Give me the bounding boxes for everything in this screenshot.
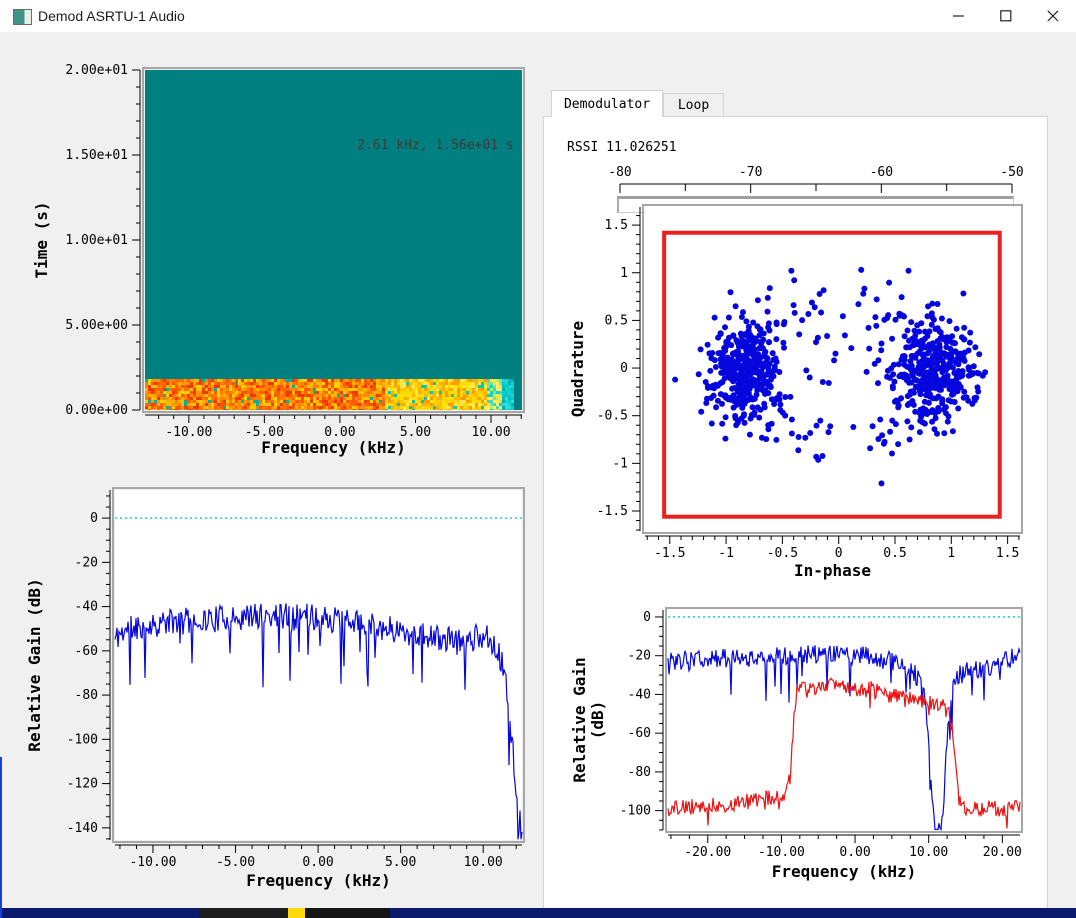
rssi-value-label: RSSI 11.026251	[567, 140, 677, 155]
svg-text:Relative Gain: Relative Gain	[570, 657, 589, 782]
app-window: Demod ASRTU-1 Audio -10.00-5.000.005.001…	[0, 0, 1076, 918]
svg-text:1.5: 1.5	[605, 218, 628, 233]
app-icon	[13, 9, 32, 25]
svg-text:-1: -1	[718, 546, 734, 561]
svg-text:-120: -120	[67, 777, 98, 792]
svg-text:-80: -80	[75, 688, 98, 703]
svg-text:10.00: 10.00	[909, 845, 948, 860]
svg-text:-60: -60	[628, 726, 651, 741]
title-bar[interactable]: Demod ASRTU-1 Audio	[0, 0, 1076, 32]
svg-text:0.00: 0.00	[302, 855, 333, 870]
svg-text:-10.00: -10.00	[129, 855, 176, 870]
maximize-icon	[1000, 10, 1012, 22]
background-taskbar-strip	[0, 908, 1076, 918]
svg-text:2.61 kHz, 1.56e+01 s: 2.61 kHz, 1.56e+01 s	[357, 138, 514, 153]
close-button[interactable]	[1029, 0, 1076, 32]
svg-text:5.00e+00: 5.00e+00	[65, 318, 128, 333]
svg-text:-40: -40	[628, 687, 651, 702]
svg-text:-10.00: -10.00	[165, 425, 212, 440]
svg-text:0.00e+00: 0.00e+00	[65, 403, 128, 418]
svg-text:-60: -60	[870, 165, 893, 180]
svg-text:-5.00: -5.00	[216, 855, 255, 870]
tab-loop-label: Loop	[678, 98, 709, 113]
svg-text:1.5: 1.5	[996, 546, 1019, 561]
minimize-button[interactable]	[935, 0, 982, 32]
svg-text:Time (s): Time (s)	[32, 201, 51, 278]
svg-text:1.50e+01: 1.50e+01	[65, 148, 128, 163]
svg-text:-140: -140	[67, 821, 98, 836]
constellation-plot[interactable]: -1.5 -1 -0.5 0 0.5 1 1.5 -1.5 -1 -0.5 0 0.5 1 1.5 In-p…	[555, 198, 1047, 586]
svg-text:-0.5: -0.5	[597, 409, 628, 424]
window-controls	[935, 0, 1076, 32]
svg-text:0.00: 0.00	[839, 845, 870, 860]
tab-demodulator-label: Demodulator	[564, 97, 650, 112]
svg-text:-20: -20	[75, 555, 98, 570]
svg-text:-10.00: -10.00	[758, 845, 805, 860]
svg-text:-50: -50	[1000, 165, 1023, 180]
svg-text:1: 1	[947, 546, 955, 561]
svg-text:0: 0	[643, 610, 651, 625]
svg-text:20.00: 20.00	[983, 845, 1022, 860]
svg-text:-1.5: -1.5	[597, 504, 628, 519]
svg-text:Frequency (kHz): Frequency (kHz)	[261, 438, 406, 457]
maximize-button[interactable]	[982, 0, 1029, 32]
svg-text:-100: -100	[620, 804, 651, 819]
svg-text:-100: -100	[67, 732, 98, 747]
svg-text:-60: -60	[75, 644, 98, 659]
svg-text:Quadrature: Quadrature	[568, 321, 587, 417]
taskbar-strip-segment	[0, 908, 199, 918]
svg-text:(dB): (dB)	[588, 701, 607, 740]
svg-text:0.5: 0.5	[883, 546, 906, 561]
taskbar-strip-segment	[390, 908, 1076, 918]
svg-text:-1.5: -1.5	[654, 546, 685, 561]
spectrogram-plot[interactable]: -10.00-5.000.005.0010.000.00e+005.00e+00…	[25, 55, 537, 470]
svg-text:0.5: 0.5	[605, 313, 628, 328]
svg-text:-20.00: -20.00	[684, 845, 731, 860]
svg-text:1.00e+01: 1.00e+01	[65, 233, 128, 248]
svg-text:-70: -70	[739, 165, 762, 180]
tab-demodulator[interactable]: Demodulator	[551, 90, 663, 117]
svg-text:10.00: 10.00	[471, 425, 510, 440]
svg-text:2.00e+01: 2.00e+01	[65, 63, 128, 78]
svg-text:-0.5: -0.5	[767, 546, 798, 561]
svg-text:1: 1	[620, 266, 628, 281]
svg-text:0: 0	[835, 546, 843, 561]
taskbar-strip-segment	[199, 908, 288, 918]
svg-text:10.00: 10.00	[464, 855, 503, 870]
svg-text:In-phase: In-phase	[794, 561, 871, 580]
demod-spectrum-plot[interactable]: -20.00 -10.00 0.00 10.00 20.00 -100 -80 -60 -40 -…	[555, 593, 1047, 889]
window-title: Demod ASRTU-1 Audio	[38, 0, 185, 32]
rssi-scale: -80 -70 -60 -50	[555, 160, 1060, 196]
minimize-icon	[953, 10, 965, 22]
svg-text:0: 0	[620, 361, 628, 376]
baseband-spectrum-plot[interactable]: -10.00 -5.00 0.00 5.00 10.00 -140 -120 -100 -80 -…	[15, 483, 537, 905]
svg-text:0: 0	[90, 511, 98, 526]
svg-text:Frequency (kHz): Frequency (kHz)	[246, 871, 391, 890]
svg-text:-20: -20	[628, 649, 651, 664]
svg-text:-80: -80	[608, 165, 631, 180]
taskbar-strip-segment	[288, 908, 305, 918]
svg-text:-80: -80	[628, 765, 651, 780]
window-body: -10.00-5.000.005.0010.000.00e+005.00e+00…	[0, 32, 1076, 908]
background-window-edge	[0, 757, 2, 918]
taskbar-strip-segment	[305, 908, 390, 918]
close-icon	[1047, 10, 1059, 22]
svg-text:-1: -1	[612, 456, 628, 471]
tab-loop[interactable]: Loop	[663, 93, 724, 116]
svg-text:-40: -40	[75, 600, 98, 615]
svg-text:Frequency (kHz): Frequency (kHz)	[772, 862, 917, 881]
svg-text:5.00: 5.00	[385, 855, 416, 870]
svg-text:Relative Gain (dB): Relative Gain (dB)	[25, 578, 44, 751]
